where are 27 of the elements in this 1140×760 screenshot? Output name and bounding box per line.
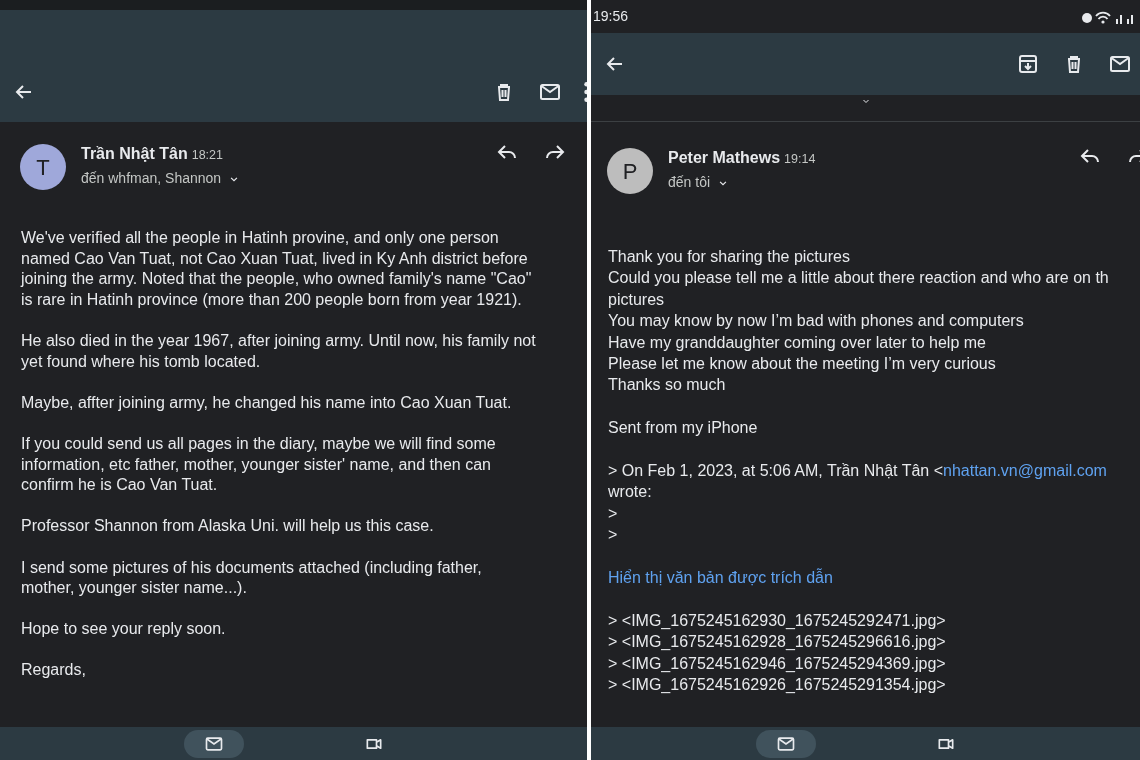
recipients-toggle[interactable]: đến tôi bbox=[668, 172, 731, 193]
email-paragraph: We've verified all the people in Hatinh provine, and only one person named Cao Van Tuat, not Cao Xuan Tuat, lived in Ky Anh district before joining the army. Noted that the people, who owned family's name "Cao" is rare in Hatinh province (more than 200 people born from year 1921). bbox=[21, 228, 533, 310]
mail-tab[interactable] bbox=[755, 729, 816, 758]
email-paragraph: Maybe, affter joining army, he changed his name into Cao Xuan Tuat. bbox=[21, 392, 513, 413]
email-paragraph: Sent from my iPhone bbox=[608, 418, 759, 439]
email-link[interactable]: nhattan.vn@gmail.com bbox=[943, 462, 1107, 480]
status-time: 19:56 bbox=[593, 7, 629, 26]
email-paragraph: If you could send us all pages in the diary, maybe we will find some information, etc father, mother, younger sister' name, and then can confirm he is Cao Van Tuat. bbox=[21, 433, 497, 496]
email-paragraph: Regards, bbox=[21, 660, 87, 681]
sent-time: 19:14 bbox=[784, 152, 816, 166]
show-quoted-link[interactable]: Hiển thị văn bản được trích dẫn bbox=[608, 569, 833, 587]
archive-button[interactable] bbox=[1016, 52, 1040, 76]
email-paragraph: Thank you for sharing the pictures Could you please tell me a little about there reaction and who are on th pictures You may know by now I’m bad with phones and computers Have my granddaughter coming over later to help me Please let me know about the meeting I’m very curious Thanks so much bbox=[608, 247, 1110, 396]
sent-time: 18:21 bbox=[191, 148, 223, 162]
recipients-toggle[interactable]: đến whfman, Shannon bbox=[81, 168, 242, 189]
quoted-header: > On Feb 1, 2023, at 5:06 AM, Trần Nhật Tân <nhattan.vn@gmail.com wrote: > > bbox=[608, 461, 1108, 546]
sender-name: Peter Mathews bbox=[668, 149, 781, 166]
avatar: P bbox=[607, 148, 653, 194]
sender-name: Trần Nhật Tân bbox=[81, 145, 188, 162]
email-paragraph: He also died in the year 1967, after joining army. Until now, his family not yet found where his tomb located. bbox=[21, 330, 537, 372]
avatar: T bbox=[20, 144, 66, 190]
email-paragraph: I send some pictures of his documents attached (including father, mother, younger sister name...). bbox=[21, 557, 483, 599]
mail-tab[interactable] bbox=[183, 729, 244, 758]
email-paragraph: Hope to see your reply soon. bbox=[21, 619, 227, 640]
email-paragraph: > <IMG_1675245162930_1675245292471.jpg> > <IMG_1675245162928_1675245296616.jpg> > <IMG_1675245162946_1675245294369.jpg> > <IMG_1675245162926_1675245291354.jpg> bbox=[608, 610, 947, 696]
email-paragraph: Professor Shannon from Alaska Uni. will help us this case. bbox=[21, 516, 435, 537]
archive-icon bbox=[1016, 52, 1040, 76]
